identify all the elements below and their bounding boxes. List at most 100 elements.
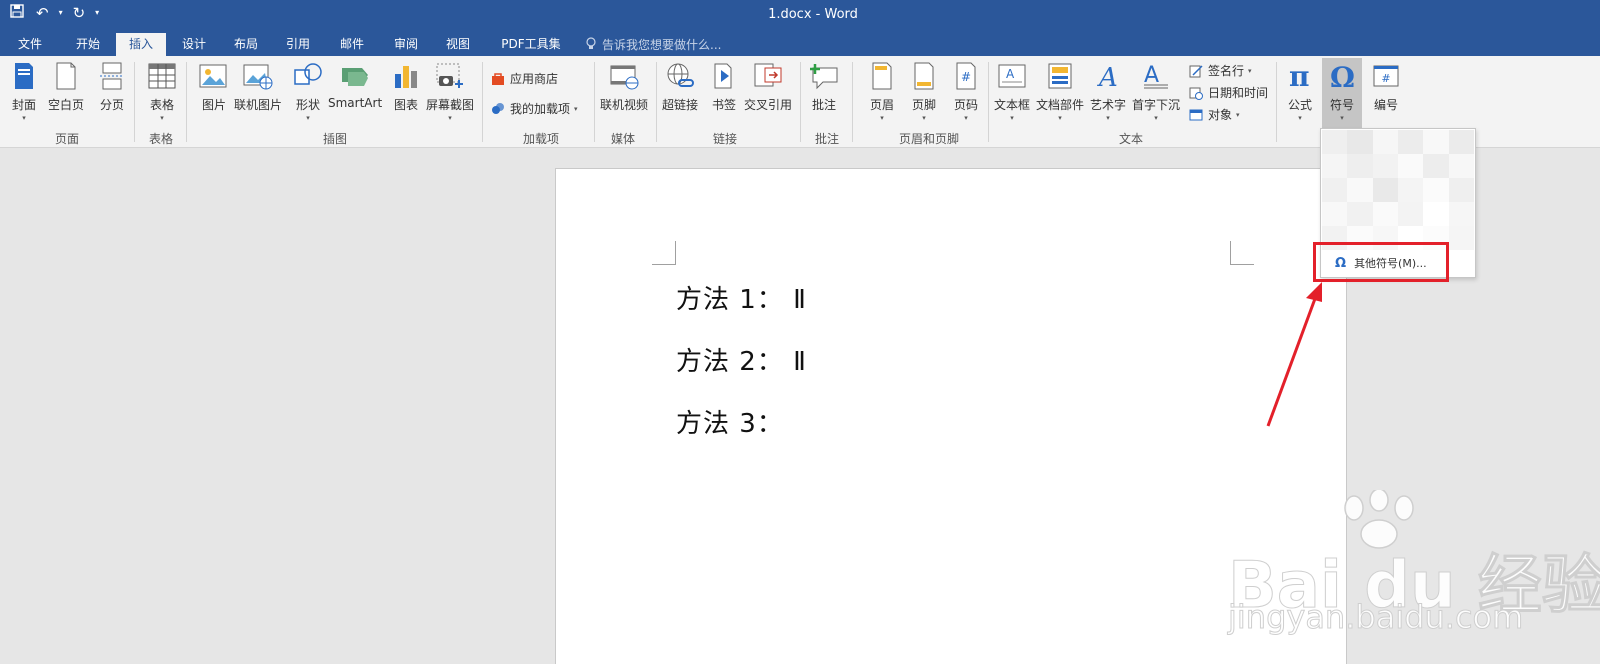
quick-parts-icon [1044,60,1076,92]
symbol-cell[interactable] [1448,130,1474,154]
online-picture-button[interactable]: 联机图片 [234,60,282,113]
bookmark-button[interactable]: 书签 [708,60,740,113]
document-line-2[interactable]: 方法 2： Ⅱ [676,341,807,378]
tab-pdf-tools[interactable]: PDF工具集 [494,33,568,56]
numbering-button[interactable]: # 编号 [1370,60,1402,113]
ribbon-tabs: 文件 开始 插入 设计 布局 引用 邮件 审阅 视图 PDF工具集 告诉我您想要… [0,31,1600,56]
tab-review[interactable]: 审阅 [384,33,428,56]
symbol-cell[interactable] [1398,154,1424,178]
symbol-button[interactable]: Ω 符号 ▾ [1322,58,1362,128]
tab-mailings[interactable]: 邮件 [330,33,374,56]
quick-parts-button[interactable]: 文档部件 ▾ [1036,60,1084,122]
symbol-cell[interactable] [1423,154,1449,178]
cross-reference-icon [752,60,784,92]
symbol-cell[interactable] [1423,178,1449,202]
watermark-url: jingyan.baidu.com [1227,598,1524,637]
bookmark-icon [708,60,740,92]
tab-design[interactable]: 设计 [172,33,216,56]
symbol-cell[interactable] [1398,202,1424,226]
textbox-button[interactable]: A 文本框 ▾ [994,60,1030,122]
symbol-cell[interactable] [1398,178,1424,202]
chevron-down-icon: ▾ [448,114,452,122]
hyperlink-button[interactable]: 超链接 [662,60,698,113]
symbol-cell[interactable] [1322,202,1348,226]
symbol-cell[interactable] [1372,178,1398,202]
signature-icon [1188,63,1204,79]
tab-references[interactable]: 引用 [276,33,320,56]
equation-button[interactable]: π 公式 ▾ [1284,60,1316,122]
symbol-cell[interactable] [1372,130,1398,154]
symbol-cell[interactable] [1423,202,1449,226]
cover-page-button[interactable]: 封面 ▾ [8,60,40,122]
ribbon-separator [852,62,853,142]
comment-button[interactable]: 批注 [808,60,840,113]
page-break-button[interactable]: 分页 [96,60,128,113]
group-label-media: 媒体 [610,132,635,146]
group-label-header-footer: 页眉和页脚 [898,132,959,146]
symbol-cell[interactable] [1448,154,1474,178]
group-label-addins: 加载项 [522,132,559,146]
symbol-cell[interactable] [1423,130,1449,154]
cross-reference-button[interactable]: 交叉引用 [744,60,792,113]
symbol-cell[interactable] [1347,154,1373,178]
header-icon [866,60,898,92]
blank-page-button[interactable]: 空白页 [48,60,84,113]
table-button[interactable]: 表格 ▾ [146,60,178,122]
symbol-cell[interactable] [1322,178,1348,202]
symbol-cell[interactable] [1322,154,1348,178]
symbol-cell[interactable] [1322,130,1348,154]
tab-insert[interactable]: 插入 [116,33,166,56]
chevron-down-icon: ▾ [880,114,884,122]
symbol-cell[interactable] [1448,226,1474,250]
textbox-icon: A [996,60,1028,92]
document-line-1[interactable]: 方法 1： Ⅱ [676,279,807,316]
symbol-cell[interactable] [1448,178,1474,202]
object-icon [1188,107,1204,123]
header-button[interactable]: 页眉 ▾ [866,60,898,122]
signature-line-button[interactable]: 签名行 ▾ [1188,62,1252,79]
tab-view[interactable]: 视图 [436,33,480,56]
tell-me-box[interactable]: 告诉我您想要做什么... [586,36,721,53]
symbol-cell[interactable] [1347,178,1373,202]
screenshot-icon [434,60,466,92]
online-picture-icon [242,60,274,92]
margin-corner-marker [1230,241,1254,265]
tab-file[interactable]: 文件 [10,33,50,56]
table-icon [146,60,178,92]
group-label-pages: 页面 [54,132,79,146]
smartart-button[interactable]: SmartArt [328,60,382,110]
tab-layout[interactable]: 布局 [224,33,268,56]
ribbon-separator [988,62,989,142]
symbol-cell[interactable] [1398,130,1424,154]
chevron-down-icon: ▾ [1010,114,1014,122]
symbol-cell[interactable] [1347,202,1373,226]
symbol-cell[interactable] [1372,154,1398,178]
store-button[interactable]: 应用商店 [490,70,558,87]
chevron-down-icon: ▾ [1298,114,1302,122]
svg-text:#: # [961,70,971,84]
picture-button[interactable]: 图片 [198,60,230,113]
margin-corner-marker [652,241,676,265]
symbol-cell[interactable] [1448,202,1474,226]
wordart-button[interactable]: A 艺术字 ▾ [1090,60,1126,122]
online-video-button[interactable]: 联机视频 [600,60,648,113]
document-line-3[interactable]: 方法 3： [676,403,784,440]
symbol-cell[interactable] [1347,130,1373,154]
screenshot-button[interactable]: 屏幕截图 ▾ [426,60,474,122]
date-time-button[interactable]: 日期和时间 [1188,84,1268,101]
chart-button[interactable]: 图表 [390,60,422,113]
smartart-icon [339,60,371,92]
shapes-button[interactable]: 形状 ▾ [292,60,324,122]
symbol-cell[interactable] [1372,202,1398,226]
object-button[interactable]: 对象 ▾ [1188,106,1240,123]
tab-home[interactable]: 开始 [66,33,110,56]
dropcap-button[interactable]: A 首字下沉 ▾ [1132,60,1180,122]
ribbon-separator [482,62,483,142]
page-number-button[interactable]: # 页码 ▾ [950,60,982,122]
recent-symbols-grid [1322,130,1474,250]
tell-me-placeholder: 告诉我您想要做什么... [602,38,722,52]
chevron-down-icon: ▾ [306,114,310,122]
group-label-text: 文本 [1118,132,1143,146]
my-addins-button[interactable]: 我的加载项 ▾ [490,100,578,117]
footer-button[interactable]: 页脚 ▾ [908,60,940,122]
